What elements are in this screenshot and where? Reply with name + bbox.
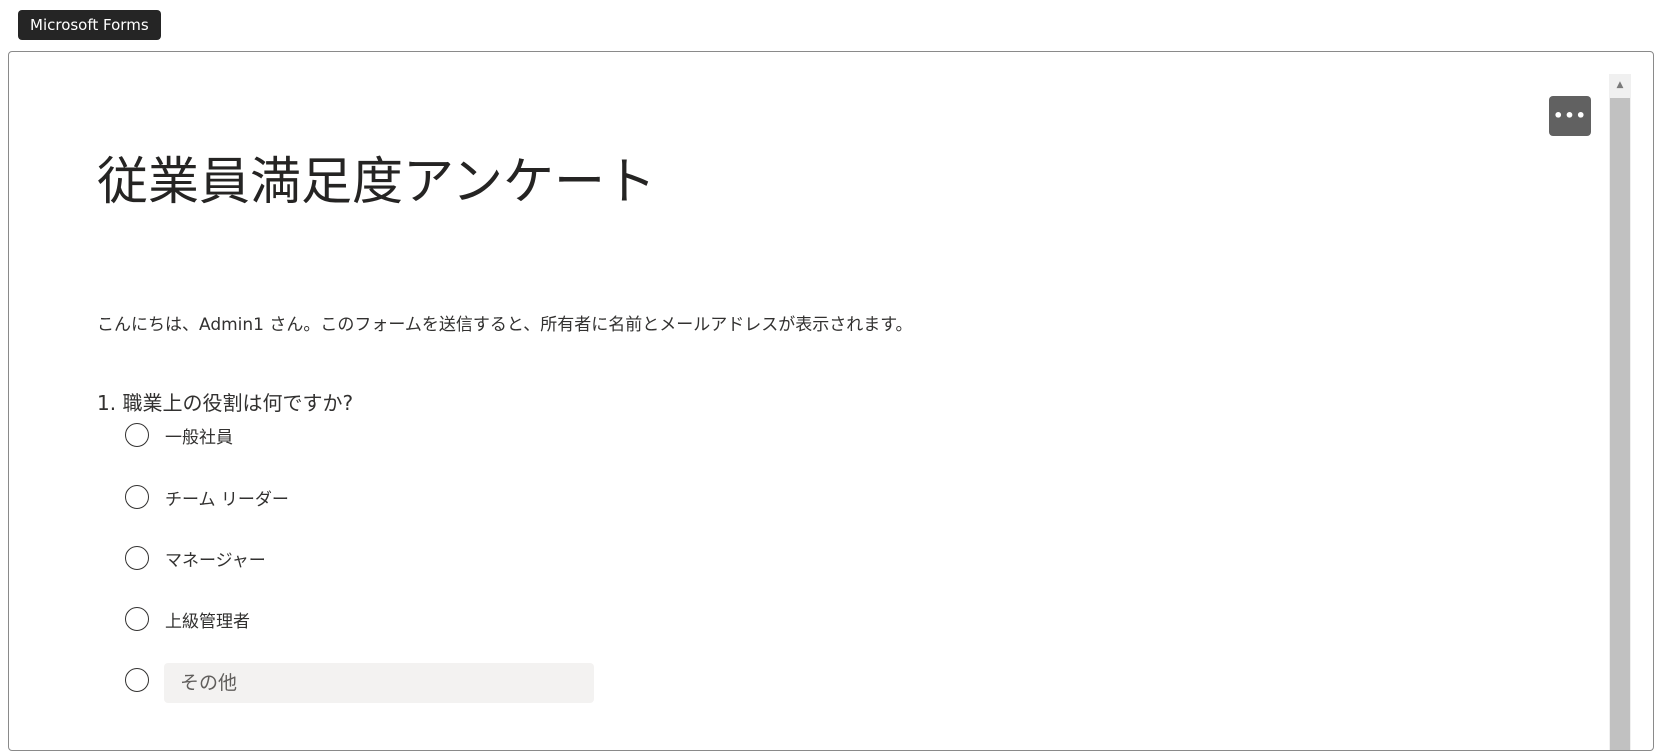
option-other[interactable] (125, 663, 594, 703)
form-viewer-frame: ••• ▲ 従業員満足度アンケート こんにちは、Admin1 さん。このフォーム… (8, 51, 1654, 751)
option-label: 上級管理者 (165, 611, 250, 632)
radio-button[interactable] (125, 485, 149, 509)
scrollbar-thumb[interactable] (1610, 98, 1630, 750)
option-label: マネージャー (165, 550, 266, 571)
question-1-title: 1. 職業上の役割は何ですか? (97, 391, 354, 415)
vertical-scrollbar[interactable]: ▲ (1609, 74, 1631, 750)
scroll-up-arrow-icon[interactable]: ▲ (1609, 74, 1631, 96)
option-label: チーム リーダー (165, 489, 289, 510)
option-senior-manager[interactable]: 上級管理者 (125, 603, 250, 635)
radio-button[interactable] (125, 546, 149, 570)
form-intro-text: こんにちは、Admin1 さん。このフォームを送信すると、所有者に名前とメールア… (97, 315, 913, 335)
option-label: 一般社員 (165, 427, 233, 448)
other-text-input[interactable] (164, 663, 594, 703)
option-team-leader[interactable]: チーム リーダー (125, 481, 289, 513)
option-staff[interactable]: 一般社員 (125, 419, 233, 451)
option-manager[interactable]: マネージャー (125, 542, 266, 574)
radio-button[interactable] (125, 607, 149, 631)
more-options-button[interactable]: ••• (1549, 96, 1591, 136)
form-title: 従業員満足度アンケート (97, 153, 656, 212)
more-icon: ••• (1553, 106, 1587, 125)
radio-button[interactable] (125, 668, 149, 692)
app-name-badge: Microsoft Forms (18, 10, 161, 40)
radio-button[interactable] (125, 423, 149, 447)
